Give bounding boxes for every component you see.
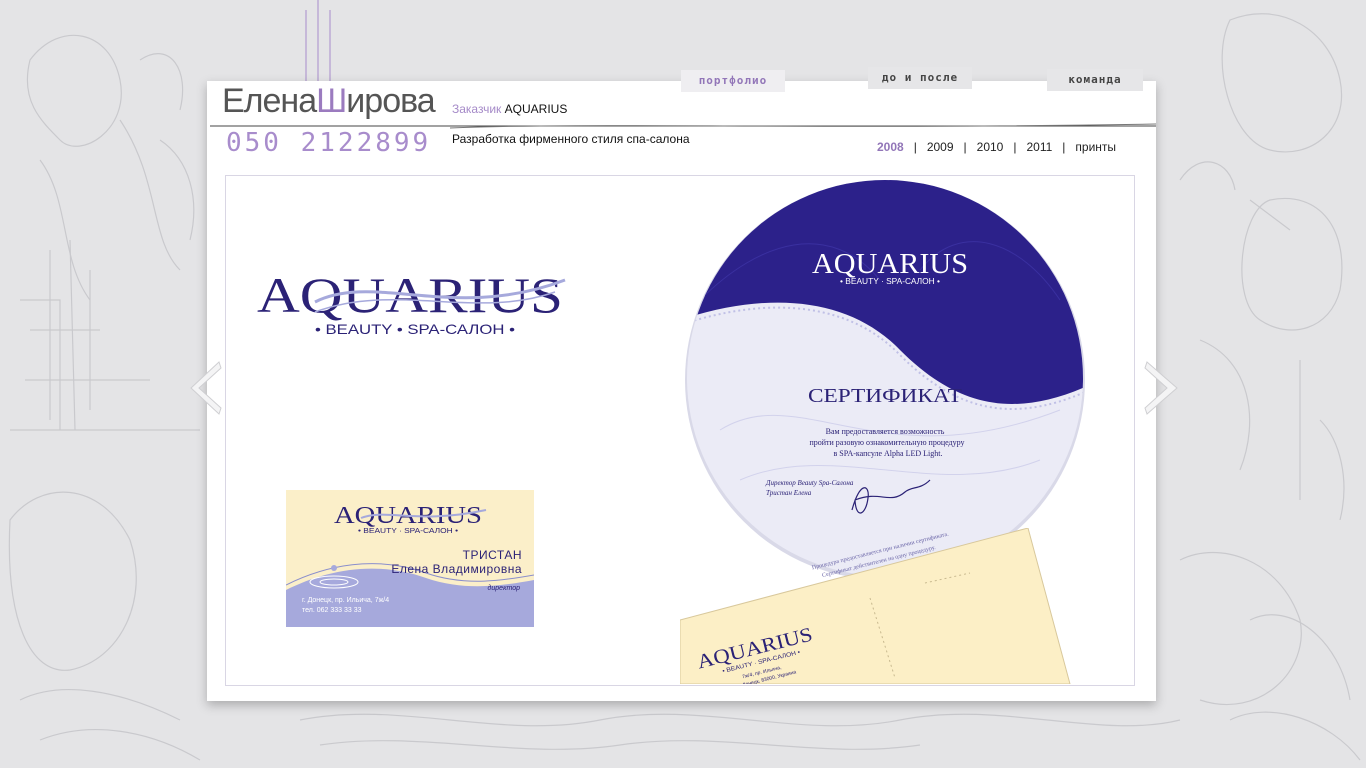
- certificate-line-3: в SPA-капсуле Alpha LED Light.: [834, 449, 943, 458]
- nav-portfolio[interactable]: портфолио: [681, 70, 785, 92]
- project-description: Разработка фирменного стиля спа-салона: [452, 132, 690, 146]
- business-card-surname: ТРИСТАН: [462, 548, 522, 562]
- phone-number: 050 2122899: [226, 128, 432, 158]
- year-2010[interactable]: 2010: [977, 140, 1004, 154]
- client-line: Заказчик AQUARIUS: [452, 102, 567, 116]
- certificate-logo: AQUARIUS: [812, 249, 968, 280]
- client-name: AQUARIUS: [504, 102, 568, 116]
- prev-arrow-icon[interactable]: [185, 360, 223, 416]
- logo-initial: Ш: [316, 82, 347, 120]
- certificate-sign-2: Тристан Елена: [766, 489, 812, 497]
- next-arrow-icon[interactable]: [1143, 360, 1183, 416]
- client-label: Заказчик: [452, 102, 502, 116]
- year-separator: |: [1013, 140, 1017, 154]
- envelope: AQUARIUS • BEAUTY · SPA-САЛОН • 7ж/4, пр…: [680, 528, 1071, 684]
- year-prints[interactable]: принты: [1075, 140, 1116, 154]
- certificate-line-2: пройти разовую ознакомительную процедуру: [809, 438, 964, 447]
- logo-first-name: Елена: [222, 82, 317, 120]
- nav-team[interactable]: команда: [1047, 69, 1143, 91]
- certificate-logo-tagline: • BEAUTY · SPA-САЛОН •: [840, 277, 940, 286]
- business-card-phone: тел. 062 333 33 33: [302, 607, 362, 614]
- logo-last-name: ирова: [346, 82, 435, 120]
- business-card-given-name: Елена Владимировна: [391, 562, 522, 576]
- business-card-contacts: г. Донецк, пр. Ильича, 7ж/4 тел. 062 333…: [302, 596, 389, 616]
- business-card-tagline: • BEAUTY · SPA-САЛОН •: [358, 528, 459, 535]
- year-2009[interactable]: 2009: [927, 140, 954, 154]
- business-card-address: г. Донецк, пр. Ильича, 7ж/4: [302, 597, 390, 604]
- nav-before-after[interactable]: до и после: [868, 67, 972, 89]
- certificate-title: СЕРТИФИКАТ: [808, 385, 962, 407]
- year-filter: 2008 | 2009 | 2010 | 2011 | принты: [877, 140, 1116, 154]
- business-card-person: ТРИСТАН Елена Владимировна: [391, 548, 522, 576]
- certificate-sign-1: Директор Beauty Spa-Салона: [765, 479, 854, 487]
- aquarius-logo-tagline: • BEAUTY • SPA-САЛОН •: [315, 321, 515, 337]
- year-2011[interactable]: 2011: [1026, 140, 1052, 154]
- business-card: AQUARIUS • BEAUTY · SPA-САЛОН • ТРИСТАН …: [286, 490, 534, 627]
- year-2008[interactable]: 2008: [877, 140, 904, 154]
- year-separator: |: [1062, 140, 1066, 154]
- business-card-role: директор: [487, 585, 520, 592]
- year-separator: |: [913, 140, 917, 154]
- year-separator: |: [963, 140, 967, 154]
- site-logo[interactable]: ЕленаШирова: [222, 82, 436, 121]
- certificate-line-1: Вам предоставляется возможность: [826, 427, 945, 436]
- aquarius-main-logo: AQUARIUS • BEAUTY • SPA-САЛОН •: [257, 267, 566, 337]
